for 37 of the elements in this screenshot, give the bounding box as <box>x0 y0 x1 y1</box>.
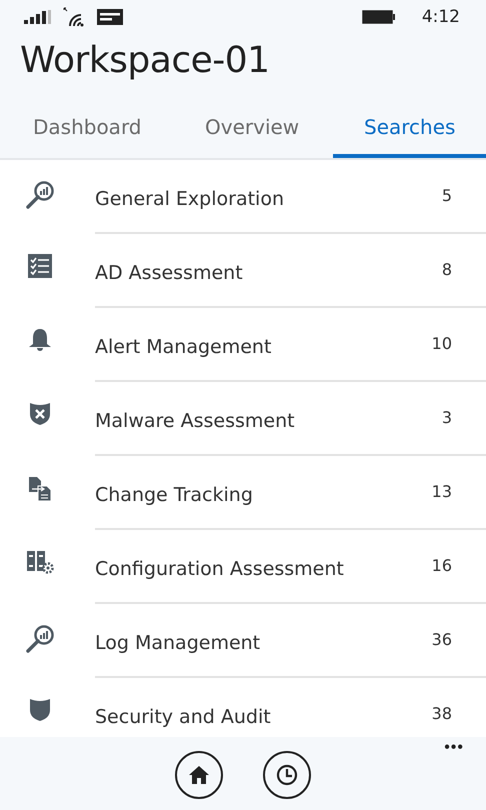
result-count: 38 <box>432 704 452 723</box>
tab[interactable]: Overview <box>175 99 333 158</box>
result-count: 5 <box>442 186 452 205</box>
result-count: 36 <box>432 630 452 649</box>
result-count: 8 <box>442 260 452 279</box>
message-icon <box>96 8 124 26</box>
search-name[interactable]: AD Assessment <box>95 262 243 284</box>
battery-icon <box>362 10 396 24</box>
workspace-title: Workspace-01 <box>0 34 486 99</box>
checklist-icon <box>28 254 52 278</box>
search-name[interactable]: Malware Assessment <box>95 410 295 432</box>
search-chart-icon <box>25 624 55 654</box>
history-button[interactable] <box>263 750 311 798</box>
search-name[interactable]: General Exploration <box>95 188 284 210</box>
home-icon <box>188 764 210 784</box>
clock-icon <box>276 764 298 786</box>
result-count: 10 <box>432 334 452 353</box>
home-button[interactable] <box>175 750 223 798</box>
tab[interactable]: Searches <box>333 99 486 158</box>
search-chart-icon <box>25 180 55 210</box>
result-count: 13 <box>432 482 452 501</box>
server-gear-icon <box>26 550 54 574</box>
search-name[interactable]: Change Tracking <box>95 484 253 506</box>
more-button[interactable]: ••• <box>444 739 464 757</box>
bell-icon <box>27 328 53 352</box>
documents-icon <box>28 476 52 502</box>
shield-icon <box>29 698 51 722</box>
search-name[interactable]: Configuration Assessment <box>95 558 344 580</box>
search-name[interactable]: Alert Management <box>95 336 272 358</box>
signal-icon <box>24 10 54 24</box>
search-name[interactable]: Security and Audit <box>95 706 271 728</box>
shield-x-icon <box>29 402 51 426</box>
status-time: 4:12 <box>422 7 460 27</box>
tab[interactable]: Dashboard <box>0 99 175 158</box>
result-count: 3 <box>442 408 452 427</box>
result-count: 16 <box>432 556 452 575</box>
search-name[interactable]: Log Management <box>95 632 260 654</box>
